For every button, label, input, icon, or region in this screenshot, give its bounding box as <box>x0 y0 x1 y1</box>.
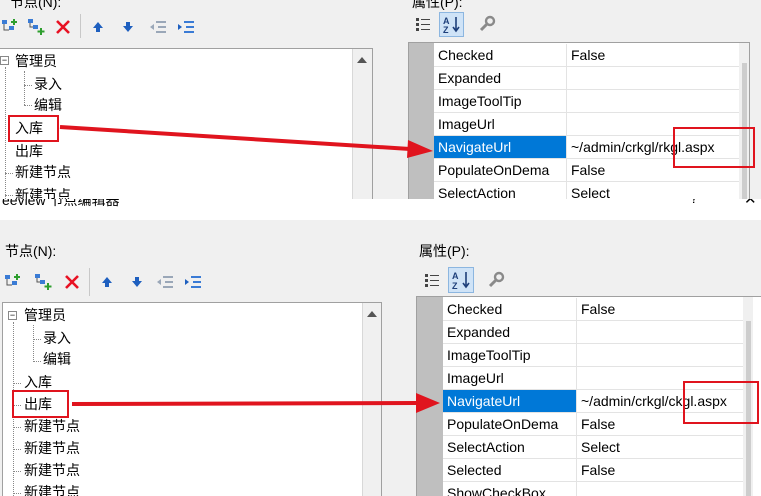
editor-title-bar: eeview 节点编辑器 ? ✕ <box>0 199 761 220</box>
top-node-editor: 节点(N): 属性(P): − 管理员 录入 编辑 入库 出库 新建节点 新建节… <box>0 0 761 203</box>
annotation-arrow <box>59 125 433 158</box>
annotation-arrow <box>71 393 440 413</box>
bottom-node-editor: 节点(N): 属性(P): − 管理员 录入 编辑 入库 出库 新建节点 新建节… <box>0 220 761 496</box>
close-button[interactable]: ✕ <box>744 199 757 208</box>
window-title: eeview 节点编辑器 <box>2 199 120 208</box>
help-button[interactable]: ? <box>690 199 698 206</box>
